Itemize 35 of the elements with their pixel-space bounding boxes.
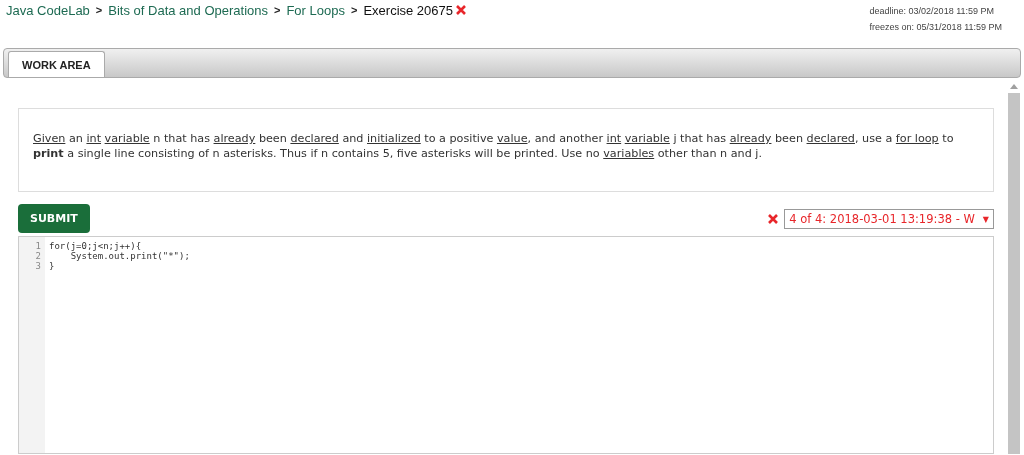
caret-icon: ▼ — [982, 214, 989, 224]
code-editor[interactable]: 1 2 3 for(j=0;j<n;j++){ System.out.print("*"); } — [18, 236, 994, 454]
submit-button[interactable]: SUBMIT — [18, 204, 90, 233]
glossary-link[interactable]: declared — [806, 132, 855, 145]
glossary-link[interactable]: value — [496, 132, 528, 145]
glossary-link[interactable]: already — [213, 132, 256, 145]
line-number: 1 — [34, 241, 41, 251]
code-line: System.out.print("*"); — [69, 251, 190, 261]
glossary-link[interactable]: int — [86, 132, 102, 145]
scroll-up-icon[interactable] — [1010, 84, 1018, 89]
breadcrumb-separator: > — [95, 4, 103, 16]
glossary-link[interactable]: variables — [603, 147, 655, 160]
glossary-link[interactable]: initialized — [367, 132, 421, 145]
deadline-text: deadline: 03/02/2018 11:59 PM — [869, 6, 995, 16]
glossary-link[interactable]: Given — [33, 132, 66, 145]
code-line: for(j=0;j<n;j++){ — [49, 241, 143, 251]
glossary-link[interactable]: already — [729, 132, 772, 145]
work-area-tab[interactable]: WORK AREA — [8, 51, 105, 77]
line-number: 2 — [34, 251, 41, 261]
glossary-link[interactable]: int — [606, 132, 622, 145]
line-number: 3 — [34, 261, 41, 271]
breadcrumb-link[interactable]: For Loops — [286, 2, 345, 18]
breadcrumb-link[interactable]: Bits of Data and Operations — [108, 2, 268, 18]
problem-statement: Given an int variable n that has already been declared and initialized to a positive value, and another int variable j that has already been declared, use a for loop to print a single line consisting of n asterisks. Thus if n contains 5, five asterisks will be printed. Use no variables other than n and j. — [33, 131, 955, 161]
exercise-title: Exercise 20675 — [363, 2, 454, 18]
breadcrumb-separator: > — [350, 4, 358, 16]
breadcrumb-separator: > — [274, 4, 281, 16]
submission-dropdown[interactable]: 4 of 4: 2018-03-01 13:19:38 - W ▼ — [784, 209, 994, 229]
glossary-link[interactable]: variable — [624, 132, 670, 145]
code-line: } — [49, 261, 56, 271]
glossary-link[interactable]: declared — [290, 132, 339, 145]
freeze-date-text: freezes on: 05/31/2018 11:59 PM — [869, 22, 1002, 32]
glossary-link[interactable]: for loop — [895, 132, 939, 145]
glossary-link[interactable]: variable — [104, 132, 150, 145]
breadcrumb-link[interactable]: Java CodeLab — [6, 2, 90, 18]
